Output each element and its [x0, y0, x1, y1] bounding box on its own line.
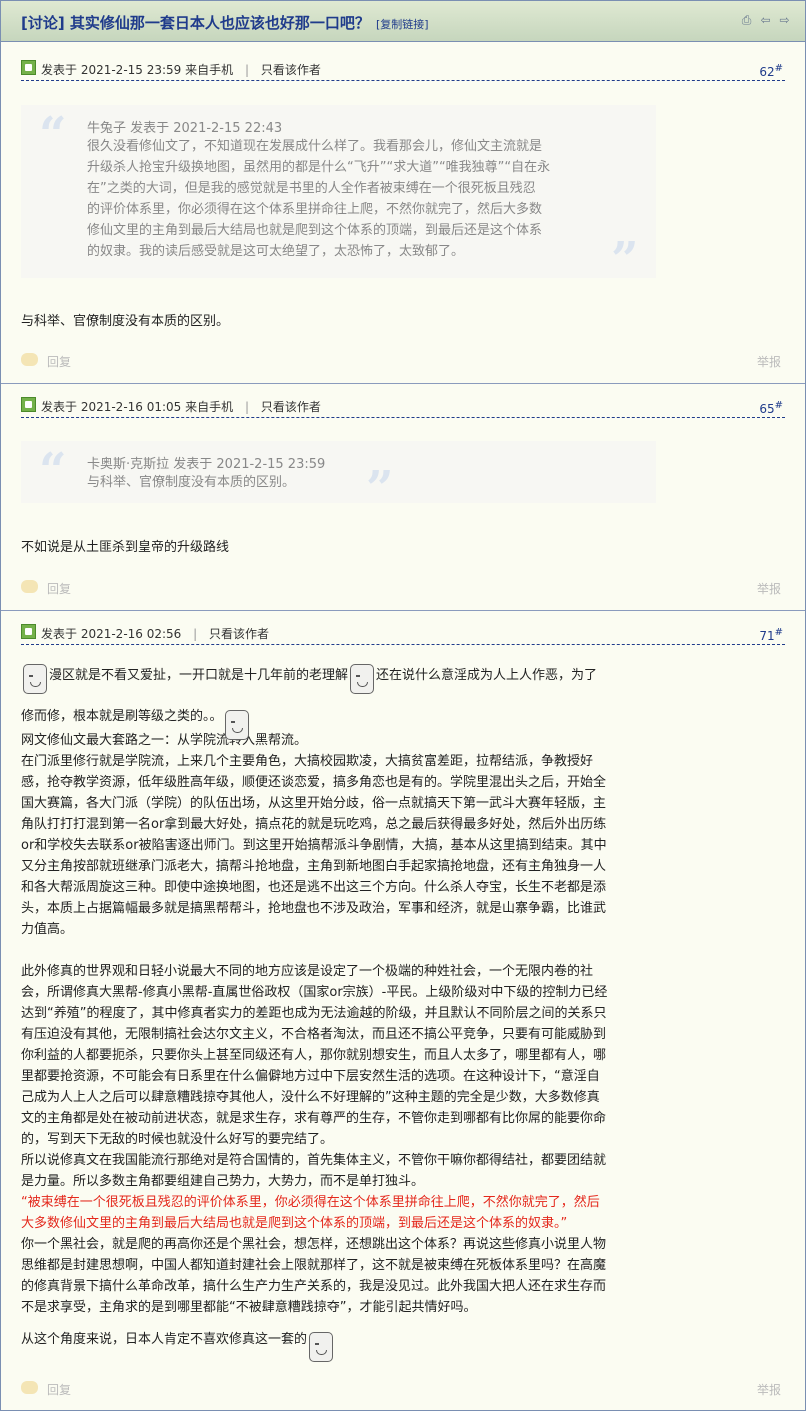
emoticon-icon: [309, 1332, 334, 1362]
text-line: 是力量。所以多数主角都要组建自己势力，大势力，而不是单打独斗。: [21, 1174, 425, 1189]
report-button[interactable]: 举报: [757, 580, 781, 597]
quote-author: 卡奥斯·克斯拉 发表于 2021-2-15 23:59: [87, 457, 326, 472]
post-65: 发表于 2021-2-16 01:05 来自手机 | 只看该作者 65# “ ”…: [1, 384, 805, 611]
text-line: 不是求享受，主角求的是到哪里都能“不被肆意糟践掠夺”，才能引起共情好吗。: [21, 1300, 477, 1315]
text-line: 62: [759, 65, 775, 79]
quote-block: “ ” 牛兔子 发表于 2021-2-15 22:43 很久没看修仙文了，不知道…: [21, 105, 656, 288]
text-line: 己成为人上人之后可以肆意糟践掠夺其他人，没什么不好理解的”这种主题的完全是少数，…: [21, 1090, 600, 1105]
text-line: 所以说修真文在我国能流行那绝对是符合国情的，首先集体主义，不管你干嘛你都得结社，…: [21, 1153, 607, 1168]
highlighted-quote: 大多数修仙文里的主角到最后大结局也就是爬到这个体系的顶端，到最后还是这个体系的奴…: [21, 1216, 568, 1231]
text-line: 思维都是封建思想啊，中国人都知道封建社会上限就那样了，这不就是被束缚在死板体系里…: [21, 1258, 607, 1273]
post-body: 不如说是从土匪杀到皇帝的升级路线: [21, 540, 230, 555]
text-line: 头，本质上占据篇幅最多就是搞黑帮帮斗，抢地盘也不涉及政治，军事和经济，就是山寨争…: [21, 901, 607, 916]
text-line: 文的主角都是处在被动前进状态，就是求生存，求有尊严的生存，不管你走到哪都有比你屌…: [21, 1111, 607, 1126]
user-icon: [21, 60, 36, 75]
emoticon-icon: [224, 710, 249, 740]
text-line: 此外修真的世界观和日轻小说最大不同的地方应该是设定了一个极端的种姓社会，一个无限…: [21, 964, 594, 979]
text-line: 里都要抢资源，不可能会有日系里在什么偏僻地方过中下层安然生活的选项。在这种设计下…: [21, 1069, 600, 1084]
only-author-link[interactable]: 只看该作者: [209, 627, 269, 641]
reply-button[interactable]: 回复: [47, 1381, 71, 1398]
thread-title: [讨论] 其实修仙那一套日本人也应该也好那一口吧？: [21, 14, 370, 32]
text-line: 感，抢夺教学资源，低年级胜高年级，顺便还谈恋爱，搞多角恋也是有的。学院里混出头之…: [21, 775, 607, 790]
reply-button[interactable]: 回复: [47, 353, 71, 370]
prev-arrow-icon[interactable]: ⇦: [759, 14, 772, 27]
post-time: 发表于 2021-2-15 23:59 来自手机: [41, 63, 234, 77]
user-icon: [21, 397, 36, 412]
thread-header: [讨论] 其实修仙那一套日本人也应该也好那一口吧？ [复制链接] ⎙ ⇦ ⇨: [1, 1, 805, 42]
text-line: 你一个黑社会，就是爬的再高你还是个黑社会，想怎样，还想跳出这个体系？再说这些修真…: [21, 1237, 607, 1252]
post-meta: 发表于 2021-2-15 23:59 来自手机 | 只看该作者 62#: [21, 56, 785, 81]
text-line: #: [774, 627, 783, 638]
post-71: 发表于 2021-2-16 02:56 | 只看该作者 71# 漫区就是不看又爱…: [1, 611, 805, 1409]
emoticon-icon: [23, 664, 47, 694]
header-icons: ⎙ ⇦ ⇨: [740, 14, 791, 27]
post-time: 发表于 2021-2-16 02:56: [41, 627, 182, 641]
text-line: 角队打打打混到第一名or拿到最大好处，搞点花的就是玩吃鸡，总之最后获得最多好处，…: [21, 817, 607, 832]
text-line: 修仙文里的主角到最后大结局也就是爬到这个体系的顶端，到最后还是这个体系: [87, 223, 543, 238]
text-line: 很久没看修仙文了，不知道现在发展成什么样了。我看那会儿，修仙文主流就是: [87, 139, 543, 154]
post-time: 发表于 2021-2-16 01:05 来自手机: [41, 400, 234, 414]
text-line: 的，写到天下无敌的时候也就没什么好写的要完结了。: [21, 1132, 334, 1147]
next-arrow-icon[interactable]: ⇨: [778, 14, 791, 27]
floor-number[interactable]: 62#: [759, 63, 783, 79]
text-line: 你利益的人都要扼杀，只要你头上甚至同级还有人，那你就别想安生，而且人太多了，哪里…: [21, 1048, 607, 1063]
text-line: 国大赛篇，各大门派（学院）的队伍出场，从这里开始分歧，俗一点就搞天下第一武斗大赛…: [21, 796, 607, 811]
text-line: 又分主角按部就班继承门派老大，搞帮斗抢地盘，主角到新地图白手起家搞抢地盘，还有主…: [21, 859, 607, 874]
text-line: 会，所谓修真大黑帮-修真小黑帮-直属世俗政权（国家or宗族）-平民。上级阶级对中…: [21, 985, 608, 1000]
report-button[interactable]: 举报: [757, 1381, 781, 1398]
text-line: [21, 940, 657, 961]
copy-link[interactable]: [复制链接]: [376, 16, 429, 32]
post-body: 漫区就是不看又爱扯，一开口就是十几年前的老理解 还在说什么意淫成为人上人作恶，为了…: [21, 658, 657, 1362]
only-author-link[interactable]: 只看该作者: [261, 400, 321, 414]
text-line: 从这个角度来说，日本人肯定不喜欢修真这一套的: [21, 1332, 308, 1347]
quote-block: “ ” 卡奥斯·克斯拉 发表于 2021-2-15 23:59 与科举、官僚制度…: [21, 441, 656, 517]
text-line: 漫区就是不看又爱扯，一开口就是十几年前的老理解: [49, 668, 349, 683]
text-line: 网文修仙文最大套路之一：从学院流转入黑帮流。: [21, 733, 308, 748]
post-62: 发表于 2021-2-15 23:59 来自手机 | 只看该作者 62# “ ”…: [1, 42, 805, 384]
text-line: 达到“养殖”的程度了，其中修真者实力的差距也成为无法逾越的阶级，并且默认不同阶层…: [21, 1006, 607, 1021]
post-actions: 回复 举报: [21, 350, 785, 372]
post-actions: 回复 举报: [21, 1378, 785, 1400]
report-button[interactable]: 举报: [757, 353, 781, 370]
highlighted-quote: “被束缚在一个很死板且残忍的评价体系里，你必须得在这个体系里拼命往上爬，不然你就…: [21, 1195, 600, 1210]
text-line: 的评价体系里，你必须得在这个体系里拼命往上爬，不然你就完了，然后大多数: [87, 202, 543, 217]
text-line: 的修真背景下搞什么革命改革，搞什么生产力生产关系的，我是没见过。此外我国大把人还…: [21, 1279, 607, 1294]
text-line: 的奴隶。我的读后感受就是这可太绝望了，太恐怖了，太致郁了。: [87, 244, 465, 259]
quote-open-icon: “: [39, 107, 67, 163]
thread-frame: [讨论] 其实修仙那一套日本人也应该也好那一口吧？ [复制链接] ⎙ ⇦ ⇨ 发…: [0, 0, 806, 1411]
quote-open-icon: “: [39, 443, 67, 499]
text-line: 与科举、官僚制度没有本质的区别。: [87, 475, 296, 490]
text-line: 升级杀人抢宝升级换地图，虽然用的都是什么“飞升”“求大道”“唯我独尊”“自在永: [87, 160, 551, 175]
quote-author: 牛兔子 发表于 2021-2-15 22:43: [87, 121, 283, 136]
reply-icon[interactable]: [21, 1381, 38, 1394]
text-line: 71: [759, 629, 775, 643]
text-line: 和各大帮派周旋这三种。即使中途换地图，也还是逃不出这三个方向。什么杀人夺宝，长生…: [21, 880, 607, 895]
post-meta: 发表于 2021-2-16 02:56 | 只看该作者 71#: [21, 620, 785, 645]
post-body: 与科举、官僚制度没有本质的区别。: [21, 314, 230, 329]
emoticon-icon: [350, 664, 375, 694]
text-line: 在门派里修行就是学院流，上来几个主要角色，大搞校园欺凌，大搞贫富差距，拉帮结派，…: [21, 754, 594, 769]
text-line: 有压迫没有其他，无限制搞社会达尔文主义，不合格者淘汰，而且还不搞公平竞争，只要有…: [21, 1027, 607, 1042]
print-icon[interactable]: ⎙: [740, 14, 753, 27]
text-line: #: [774, 400, 783, 411]
text-line: #: [774, 63, 783, 74]
text-line: 力值高。: [21, 922, 74, 937]
quote-body: 很久没看修仙文了，不知道现在发展成什么样了。我看那会儿，修仙文主流就是 升级杀人…: [87, 136, 587, 262]
post-actions: 回复 举报: [21, 577, 785, 599]
reply-button[interactable]: 回复: [47, 580, 71, 597]
text-line: 65: [759, 402, 775, 416]
quote-close-icon: ”: [611, 232, 639, 288]
floor-number[interactable]: 71#: [759, 627, 783, 643]
text-line: or和学校失去联系or被陷害逐出师门。到这里开始搞帮派斗争剧情，大搞，基本从这里…: [21, 838, 607, 853]
user-icon: [21, 624, 36, 639]
text-line: 修而修，根本就是刷等级之类的。。: [21, 709, 223, 724]
reply-icon[interactable]: [21, 353, 38, 366]
post-meta: 发表于 2021-2-16 01:05 来自手机 | 只看该作者 65#: [21, 393, 785, 418]
text-line: 在”之类的大词，但是我的感觉就是书里的人全作者被束缚在一个很死板且残忍: [87, 181, 536, 196]
only-author-link[interactable]: 只看该作者: [261, 63, 321, 77]
quote-body: 与科举、官僚制度没有本质的区别。: [87, 472, 587, 493]
floor-number[interactable]: 65#: [759, 400, 783, 416]
text-line: 还在说什么意淫成为人上人作恶，为了: [376, 668, 598, 683]
reply-icon[interactable]: [21, 580, 38, 593]
